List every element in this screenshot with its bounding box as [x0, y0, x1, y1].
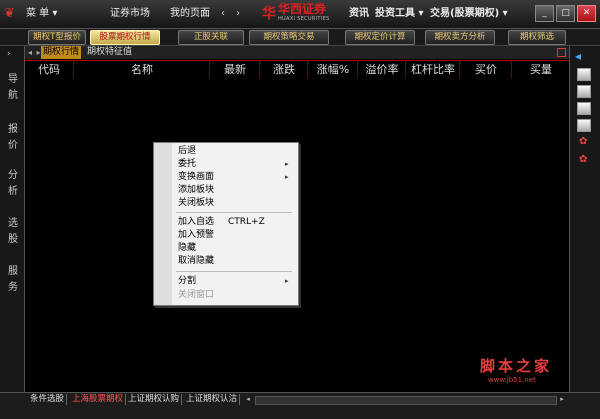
- scroll-left-icon[interactable]: ◂: [244, 395, 252, 403]
- column-header-bid-vol[interactable]: 买量: [511, 61, 570, 78]
- maximize-button[interactable]: □: [556, 5, 575, 22]
- watermark-title: 脚本之家: [480, 357, 553, 375]
- underlying-link-button[interactable]: 正股关联: [178, 30, 244, 45]
- menu-item-order[interactable]: 委托: [178, 158, 196, 170]
- display-icon[interactable]: [577, 119, 591, 132]
- menu-item-close-block[interactable]: 关闭板块: [178, 197, 214, 209]
- close-button[interactable]: ✕: [577, 5, 596, 22]
- horizontal-scrollbar[interactable]: [255, 396, 557, 405]
- sidebar-analysis-char-2[interactable]: 析: [7, 186, 19, 198]
- bottom-tab-sse-put[interactable]: 上证期权认沽: [184, 394, 241, 405]
- brand-mark-icon: 华: [262, 6, 276, 22]
- pricing-calc-button[interactable]: 期权定价计算: [345, 30, 415, 45]
- quote-table-header: 代码 名称 最新 涨跌 涨幅% 溢价率 杠杆比率 买价 买量: [25, 60, 569, 79]
- grid-icon[interactable]: [577, 102, 591, 115]
- option-quotes-button[interactable]: 股票期权行情: [90, 30, 160, 45]
- seller-analysis-button[interactable]: 期权卖方分析: [425, 30, 495, 45]
- securities-market-menu[interactable]: 证券市场: [110, 0, 150, 28]
- content-tab-row: ◂ ▸ 期权行情 期权特征值: [25, 46, 569, 59]
- function-toolbar: 期权T型报价 股票期权行情 正股关联 期权策略交易 期权定价计算 期权卖方分析 …: [0, 29, 600, 46]
- sidebar-service-char-1[interactable]: 服: [7, 266, 19, 278]
- menu-item-add-watchlist[interactable]: 加入自选: [178, 216, 214, 228]
- tab-option-features[interactable]: 期权特征值: [85, 46, 134, 59]
- bottom-tab-sh-stock-options[interactable]: 上海股票期权: [70, 394, 127, 405]
- menu-item-add-alert[interactable]: 加入预警: [178, 229, 214, 241]
- column-header-code[interactable]: 代码: [25, 61, 73, 78]
- close-pane-icon[interactable]: [557, 48, 566, 57]
- menu-separator: [176, 212, 292, 213]
- menu-item-close-window: 关闭窗口: [178, 290, 215, 300]
- sidebar-nav-char-1[interactable]: 导: [7, 74, 19, 86]
- sidebar-quote-char-1[interactable]: 报: [7, 124, 19, 136]
- menu-item-back[interactable]: 后退: [178, 145, 196, 157]
- sidebar-pick-char-1[interactable]: 选: [7, 218, 19, 230]
- bottom-tab-bar: 条件选股 上海股票期权 上证期权认购 上证期权认沽 ◂ ▸: [0, 392, 600, 419]
- submenu-arrow-icon: ▸: [285, 173, 289, 181]
- calendar-icon[interactable]: [577, 85, 591, 98]
- sidebar-service-char-2[interactable]: 务: [7, 282, 19, 294]
- sidebar-nav-char-2[interactable]: 航: [7, 90, 19, 102]
- sidebar-expand-icon[interactable]: ›: [7, 49, 11, 59]
- column-header-leverage[interactable]: 杠杆比率: [405, 61, 460, 78]
- context-menu: 后退 委托 ▸ 变换画面 ▸ 添加板块 关闭板块 加入自选 CTRL+Z 加入预…: [153, 142, 299, 306]
- brand-subtitle: HUAXI SECURITIES: [278, 16, 330, 22]
- window-controls: _ □ ✕: [533, 5, 596, 23]
- tab-nav-arrows[interactable]: ◂ ▸: [28, 46, 42, 59]
- tab-option-quotes[interactable]: 期权行情: [41, 46, 82, 59]
- page-nav-arrows[interactable]: ‹ ›: [221, 0, 244, 28]
- trade-menu[interactable]: 交易(股票期权) ▾: [430, 0, 508, 28]
- strategy-trade-button[interactable]: 期权策略交易: [249, 30, 329, 45]
- news-menu[interactable]: 资讯: [349, 0, 369, 28]
- bottom-tab-sse-call[interactable]: 上证期权认购: [126, 394, 183, 405]
- main-menu-button[interactable]: 菜 单 ▾: [26, 0, 57, 28]
- lock-icon[interactable]: ✿: [579, 136, 587, 147]
- investment-tools-menu[interactable]: 投资工具 ▾: [375, 0, 424, 28]
- collapse-arrow-icon[interactable]: ◂: [575, 49, 581, 63]
- submenu-arrow-icon: ▸: [285, 160, 289, 168]
- column-header-last[interactable]: 最新: [209, 61, 260, 78]
- menu-item-split[interactable]: 分割: [178, 275, 196, 287]
- right-sidebar: ◂ ✿ ✿: [569, 46, 600, 392]
- left-sidebar: › 导 航 报 价 分 析 选 股 服 务: [0, 46, 25, 392]
- my-page-menu[interactable]: 我的页面: [170, 0, 210, 28]
- column-header-premium[interactable]: 溢价率: [357, 61, 406, 78]
- bottom-tab-condition-pick[interactable]: 条件选股: [28, 394, 68, 405]
- column-header-change[interactable]: 涨跌: [259, 61, 308, 78]
- minimize-button[interactable]: _: [535, 5, 554, 22]
- submenu-arrow-icon: ▸: [285, 277, 289, 285]
- brand-name: 华西证券: [278, 2, 327, 16]
- t-quote-button[interactable]: 期权T型报价: [28, 30, 86, 45]
- brand-logo: 华 华西证券 HUAXI SECURITIES: [262, 3, 334, 25]
- menu-item-unhide[interactable]: 取消隐藏: [178, 255, 214, 267]
- app-logo-icon: ❦: [4, 6, 15, 21]
- menu-separator: [176, 271, 292, 272]
- column-header-name[interactable]: 名称: [73, 61, 210, 78]
- title-bar: ❦ 菜 单 ▾ 证券市场 我的页面 ‹ › 华 华西证券 HUAXI SECUR…: [0, 0, 600, 29]
- site-watermark: 脚本之家 www.jb51.net: [476, 357, 568, 389]
- column-header-change-pct[interactable]: 涨幅%: [307, 61, 358, 78]
- sidebar-pick-char-2[interactable]: 股: [7, 234, 19, 246]
- column-header-bid[interactable]: 买价: [459, 61, 512, 78]
- sidebar-analysis-char-1[interactable]: 分: [7, 170, 19, 182]
- context-menu-gutter: [154, 143, 172, 305]
- watermark-url: www.jb51.net: [488, 376, 536, 384]
- sidebar-quote-char-2[interactable]: 价: [7, 140, 19, 152]
- menu-item-hide[interactable]: 隐藏: [178, 242, 196, 254]
- menu-item-add-block[interactable]: 添加板块: [178, 184, 214, 196]
- settings-icon[interactable]: ✿: [579, 154, 587, 165]
- scroll-right-icon[interactable]: ▸: [558, 395, 566, 403]
- option-screen-button[interactable]: 期权筛选: [508, 30, 566, 45]
- menu-item-switch-view[interactable]: 变换画面: [178, 171, 214, 183]
- menu-shortcut-label: CTRL+Z: [228, 217, 265, 227]
- chart-icon[interactable]: [577, 68, 591, 81]
